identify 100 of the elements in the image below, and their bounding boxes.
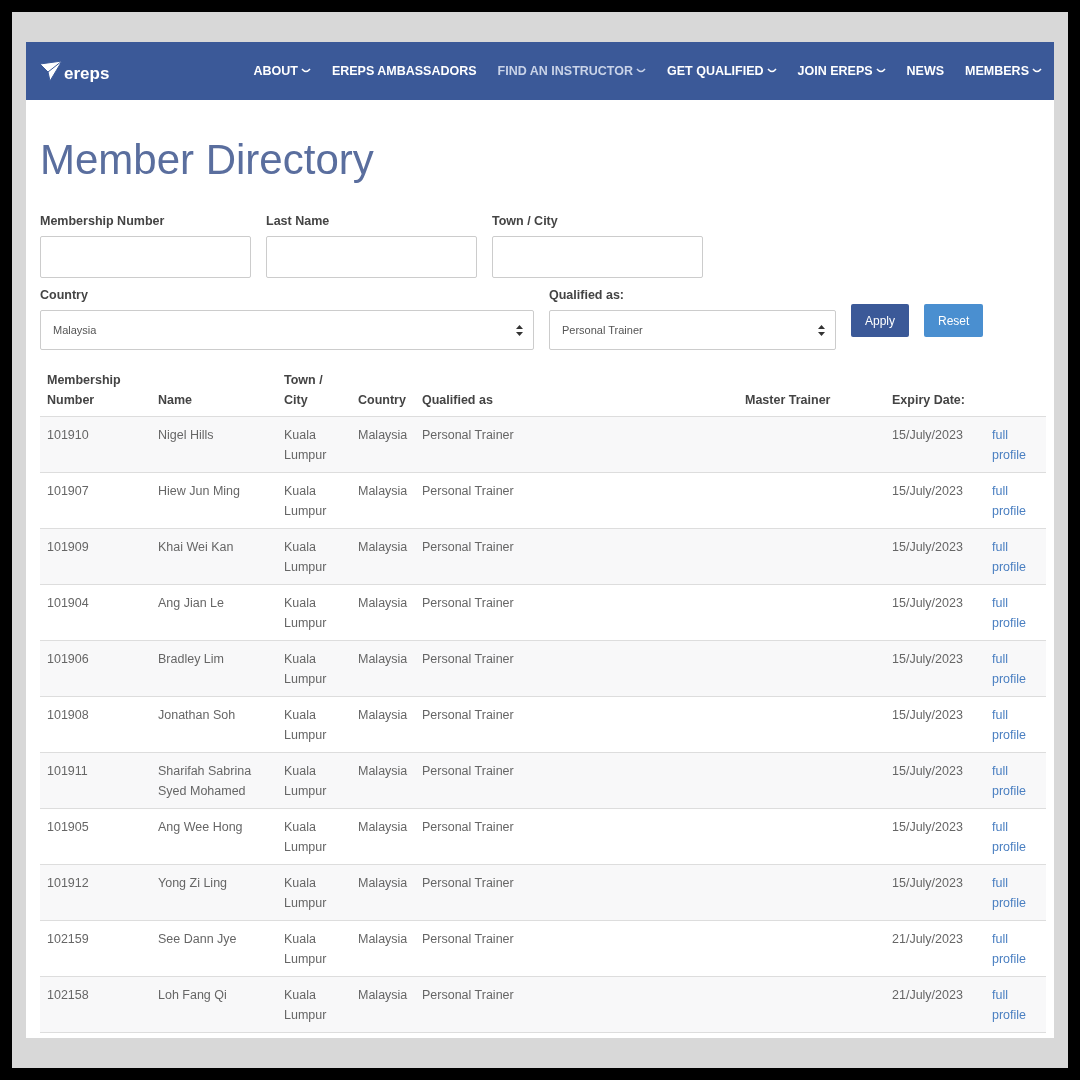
table-cell: 15/July/2023: [885, 472, 985, 529]
field-label: Membership Number: [40, 214, 166, 228]
table-cell: 15/July/2023: [885, 416, 985, 473]
table-cell: Personal Trainer: [415, 864, 738, 921]
table-cell: Khai Wei Kan: [151, 528, 277, 585]
table-cell: See Dann Jye: [151, 920, 277, 977]
table-cell: Personal Trainer: [415, 976, 738, 1033]
profile-link[interactable]: full profile: [992, 593, 1039, 633]
chevron-down-icon: [766, 68, 777, 74]
logo-text[interactable]: ereps: [64, 64, 110, 84]
table-cell: Malaysia: [351, 528, 415, 585]
table-cell: Loh Fang Qi: [151, 976, 277, 1033]
column-header: Town / City: [277, 364, 351, 417]
table-cell: Kuala Lumpur: [277, 920, 351, 977]
table-cell: 15/July/2023: [885, 584, 985, 641]
nav-link[interactable]: JOIN EREPS: [797, 64, 886, 78]
table-cell: Malaysia: [351, 584, 415, 641]
table-cell: Jonathan Soh: [151, 696, 277, 753]
profile-link[interactable]: full profile: [992, 817, 1039, 857]
table-cell: Malaysia: [351, 640, 415, 697]
input-field[interactable]: [492, 236, 703, 278]
input-field[interactable]: [266, 236, 477, 278]
table-cell: Bradley Lim: [151, 640, 277, 697]
table-cell: Malaysia: [351, 416, 415, 473]
profile-link[interactable]: full profile: [992, 761, 1039, 801]
input-field[interactable]: [40, 236, 251, 278]
sort-arrows-icon: [516, 324, 523, 336]
field-label: Last Name: [266, 214, 331, 228]
column-header: Expiry Date:: [885, 364, 985, 417]
table-cell: 101905: [40, 808, 151, 865]
table-cell: Malaysia: [351, 808, 415, 865]
field-label: Qualified as:: [549, 288, 626, 302]
nav-link[interactable]: ABOUT: [253, 64, 311, 78]
page-title: Member Directory: [40, 136, 375, 184]
table-cell: 15/July/2023: [885, 864, 985, 921]
table-cell: Malaysia: [351, 696, 415, 753]
table-cell: Kuala Lumpur: [277, 864, 351, 921]
table-cell: Kuala Lumpur: [277, 528, 351, 585]
profile-link[interactable]: full profile: [992, 985, 1039, 1025]
table-cell: Personal Trainer: [415, 640, 738, 697]
sort-arrows-icon: [818, 324, 825, 336]
chevron-down-icon: [1032, 68, 1042, 74]
table-cell: Personal Trainer: [415, 696, 738, 753]
apply-button[interactable]: Apply: [851, 304, 910, 337]
nav-link[interactable]: FIND AN INSTRUCTOR: [497, 64, 647, 78]
table-cell: 102158: [40, 976, 151, 1033]
table-cell: Malaysia: [351, 472, 415, 529]
table-cell: Yong Zi Ling: [151, 864, 277, 921]
table-cell: Malaysia: [351, 864, 415, 921]
table-cell: 101904: [40, 584, 151, 641]
chevron-down-icon: [300, 68, 311, 74]
table-cell: 21/July/2023: [885, 976, 985, 1033]
column-header: Master Trainer: [738, 364, 885, 417]
field-label: Town / City: [492, 214, 559, 228]
profile-link[interactable]: full profile: [992, 929, 1039, 969]
table-cell: 15/July/2023: [885, 808, 985, 865]
table-cell: Kuala Lumpur: [277, 584, 351, 641]
table-cell: 15/July/2023: [885, 752, 985, 809]
paper-plane-icon: [40, 61, 62, 81]
nav-link[interactable]: EREPS AMBASSADORS: [331, 64, 477, 78]
table-cell: Malaysia: [351, 920, 415, 977]
table-cell: 101910: [40, 416, 151, 473]
table-cell: 101906: [40, 640, 151, 697]
profile-link[interactable]: full profile: [992, 425, 1039, 465]
column-header: Country: [351, 364, 415, 417]
reset-button[interactable]: Reset: [924, 304, 984, 337]
table-cell: 21/July/2023: [885, 920, 985, 977]
chevron-down-icon: [636, 68, 647, 74]
nav-link[interactable]: MEMBERS: [965, 64, 1042, 78]
table-cell: Kuala Lumpur: [277, 696, 351, 753]
table-cell: Personal Trainer: [415, 528, 738, 585]
table-cell: 15/July/2023: [885, 696, 985, 753]
chevron-down-icon: [875, 68, 886, 74]
table-cell: Kuala Lumpur: [277, 752, 351, 809]
table-cell: 101911: [40, 752, 151, 809]
table-cell: Kuala Lumpur: [277, 976, 351, 1033]
profile-link[interactable]: full profile: [992, 705, 1039, 745]
table-cell: Kuala Lumpur: [277, 416, 351, 473]
nav-link[interactable]: GET QUALIFIED: [667, 64, 777, 78]
column-header: Membership Number: [40, 364, 151, 417]
profile-link[interactable]: full profile: [992, 481, 1039, 521]
table-cell: 15/July/2023: [885, 528, 985, 585]
table-cell: 101907: [40, 472, 151, 529]
column-header: Qualified as: [415, 364, 738, 417]
nav-link[interactable]: NEWS: [906, 64, 945, 78]
table-cell: Kuala Lumpur: [277, 640, 351, 697]
table-cell: Malaysia: [351, 976, 415, 1033]
profile-link[interactable]: full profile: [992, 537, 1039, 577]
table-cell: Ang Jian Le: [151, 584, 277, 641]
select-field[interactable]: Personal Trainer: [549, 310, 836, 350]
profile-link[interactable]: full profile: [992, 873, 1039, 913]
table-cell: Personal Trainer: [415, 472, 738, 529]
select-field[interactable]: Malaysia: [40, 310, 534, 350]
table-cell: Sharifah Sabrina Syed Mohamed: [151, 752, 277, 809]
table-cell: Kuala Lumpur: [277, 808, 351, 865]
table-cell: Ang Wee Hong: [151, 808, 277, 865]
profile-link[interactable]: full profile: [992, 649, 1039, 689]
column-header: Name: [151, 364, 277, 417]
table-cell: Personal Trainer: [415, 920, 738, 977]
table-cell: 101909: [40, 528, 151, 585]
